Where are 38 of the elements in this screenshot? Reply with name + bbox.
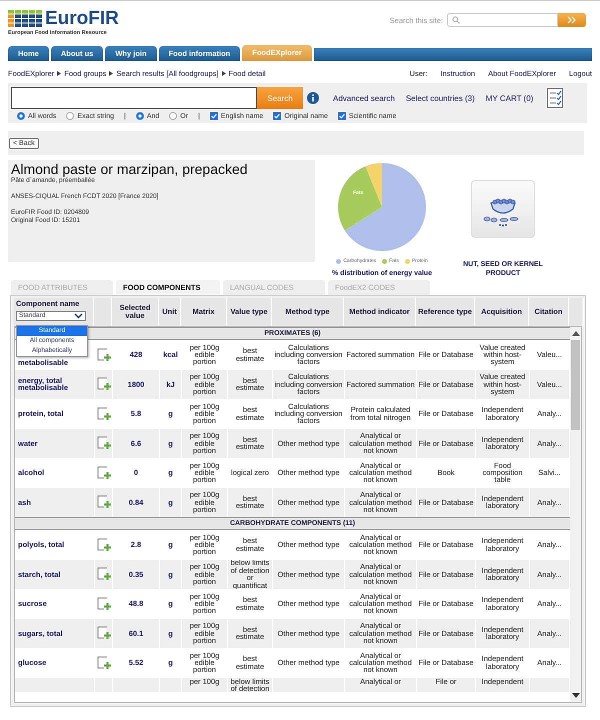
checkbox[interactable] (210, 112, 218, 120)
go-button[interactable] (558, 13, 586, 27)
breadcrumb-arrow-icon (109, 70, 114, 76)
add-icon[interactable] (96, 626, 110, 640)
add-icon[interactable] (96, 596, 110, 611)
scroll-up-icon[interactable] (572, 331, 580, 336)
checkbox[interactable] (338, 112, 346, 120)
logo-wordmark: EuroFIR (45, 9, 119, 29)
site-search-field[interactable] (447, 13, 558, 27)
search-link[interactable]: Advanced search (333, 94, 395, 102)
add-icon[interactable] (96, 495, 110, 510)
add-icon[interactable] (96, 538, 110, 552)
add-icon[interactable] (96, 436, 110, 450)
radio-button[interactable] (66, 112, 74, 120)
search-field[interactable] (11, 87, 257, 109)
add-icon[interactable] (96, 466, 110, 480)
info-icon[interactable] (307, 92, 319, 104)
add-icon[interactable] (96, 348, 110, 362)
breadcrumb-arrow-icon (57, 70, 62, 76)
search-icon (452, 16, 460, 24)
food-title: Almond paste or marzipan, prepacked (11, 161, 249, 177)
logo-icon (8, 10, 42, 28)
add-icon[interactable] (96, 377, 110, 392)
checkbox[interactable] (273, 112, 282, 120)
scroll-down-icon[interactable] (572, 693, 580, 698)
radio-button[interactable] (169, 112, 178, 120)
checklist-icon[interactable] (547, 88, 564, 108)
search-link[interactable]: Select countries (3) (406, 94, 475, 102)
add-icon[interactable] (96, 656, 110, 670)
double-chevron-icon (567, 16, 577, 24)
add-icon[interactable] (96, 567, 110, 582)
radio-button[interactable] (136, 112, 144, 120)
scroll-thumb[interactable] (571, 340, 580, 430)
breadcrumb-arrow-icon (222, 70, 226, 76)
search-link[interactable]: MY CART (0) (486, 94, 534, 102)
add-icon[interactable] (96, 406, 110, 421)
caret-icon (74, 313, 83, 319)
radio-button[interactable] (17, 112, 25, 120)
